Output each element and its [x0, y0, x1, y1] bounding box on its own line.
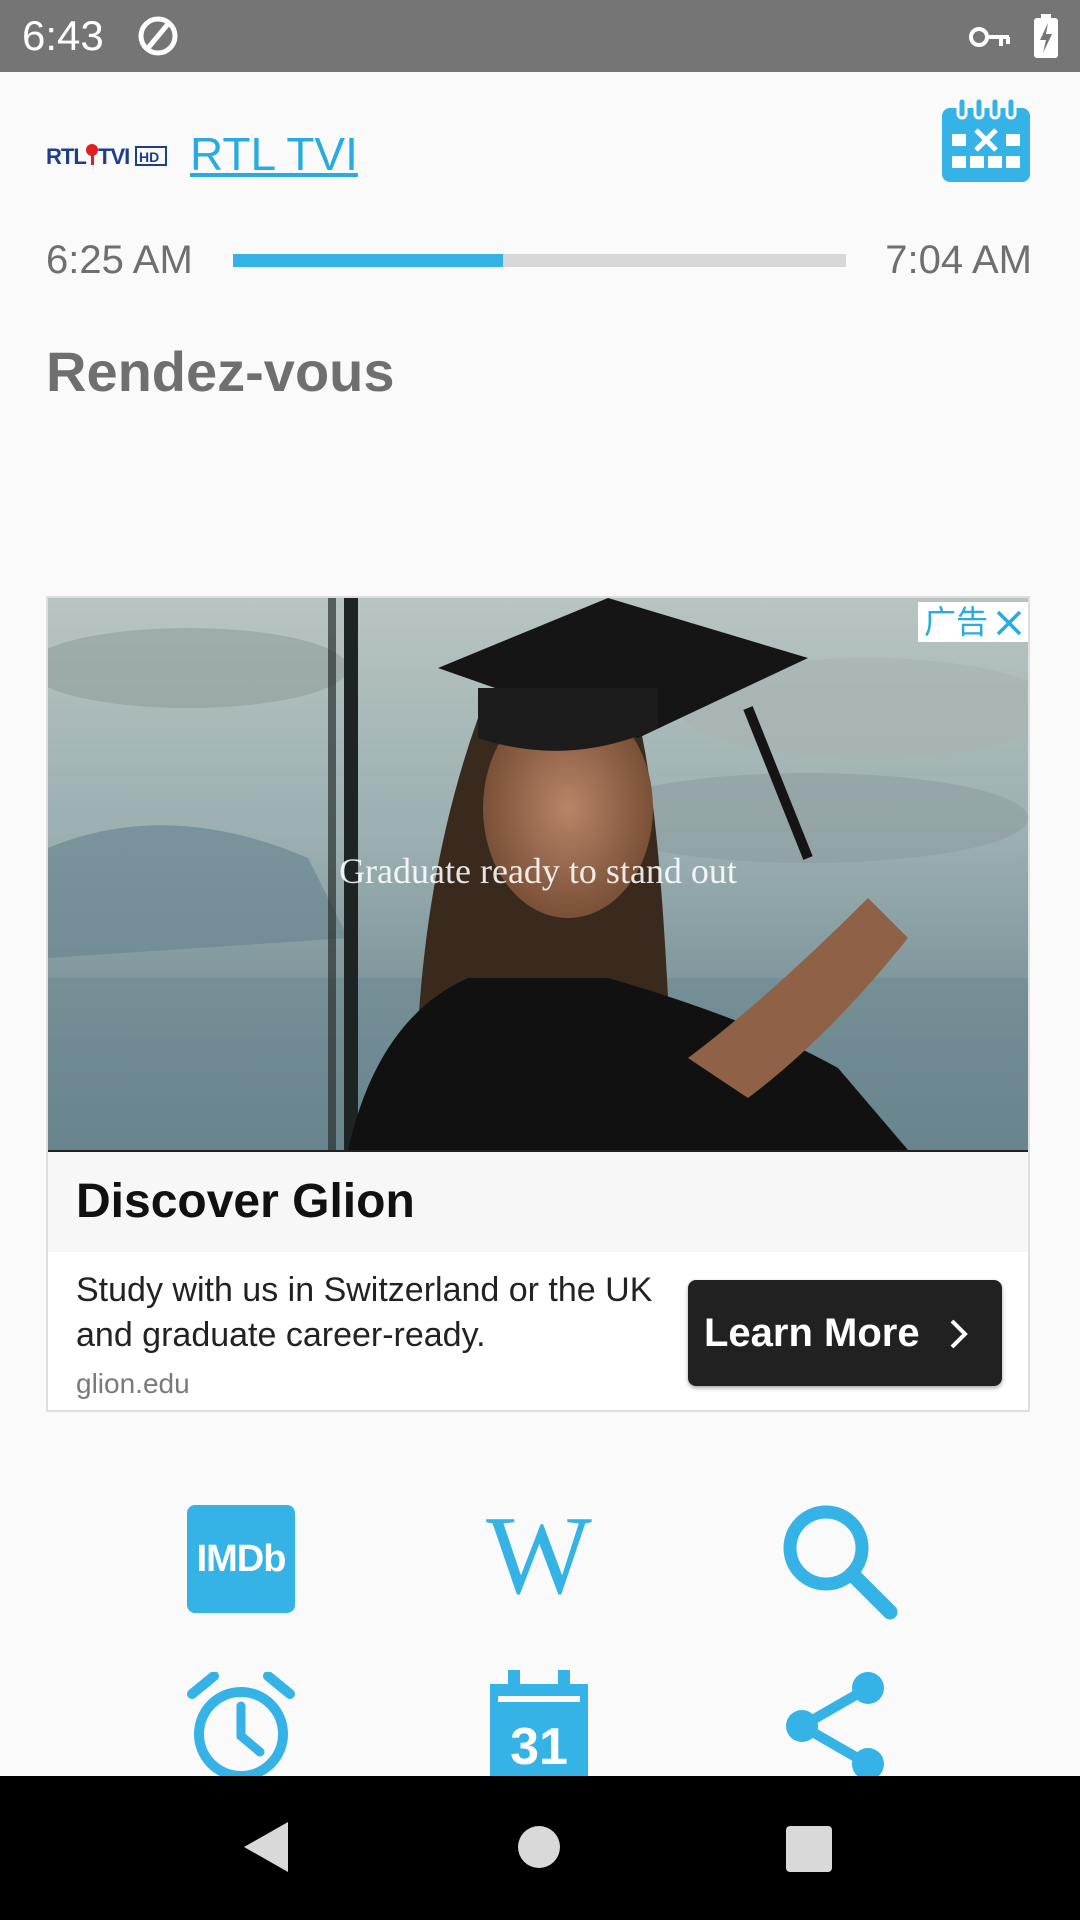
battery-charging-icon	[1034, 14, 1058, 58]
program-progress-fill	[233, 254, 503, 267]
ad-body-text: Study with us in Switzerland or the UK a…	[76, 1271, 653, 1354]
calendar-day: 31	[510, 1718, 568, 1776]
imdb-button[interactable]: IMDb	[187, 1505, 295, 1613]
recents-icon[interactable]	[786, 1826, 832, 1872]
status-time: 6:43	[22, 12, 104, 59]
program-progress-bar	[233, 254, 846, 267]
svg-text:HD: HD	[139, 149, 159, 165]
share-icon[interactable]	[780, 1670, 896, 1776]
close-icon[interactable]	[996, 610, 1022, 636]
learn-more-button[interactable]: Learn More	[688, 1280, 1002, 1386]
back-icon[interactable]	[244, 1822, 288, 1872]
ad-headline-bar: Discover Glion	[48, 1150, 1028, 1252]
do-not-disturb-icon	[138, 16, 178, 56]
program-title: Rendez-vous	[46, 340, 395, 403]
ad-headline[interactable]: Discover Glion	[76, 1174, 415, 1230]
ad-domain: glion.edu	[76, 1368, 190, 1399]
ad-overlay-text: Graduate ready to stand out	[339, 851, 737, 891]
vpn-key-icon	[969, 27, 1010, 47]
channel-name-link[interactable]: RTL TVI	[190, 126, 358, 182]
channel-logo: RTL TVI HD	[46, 144, 167, 169]
svg-text:W: W	[486, 1505, 592, 1605]
wikipedia-icon[interactable]: W	[480, 1505, 598, 1605]
program-start-time: 6:25 AM	[46, 238, 193, 282]
calendar-31-icon[interactable]: 31	[486, 1670, 592, 1776]
ad-choices-badge[interactable]: 广告	[918, 602, 1028, 642]
program-end-time: 7:04 AM	[885, 238, 1032, 282]
status-bar: 6:43	[0, 0, 1080, 72]
ad-card[interactable]: Graduate ready to stand out 广告 Discover …	[46, 596, 1030, 1412]
calendar-cancel-icon[interactable]	[940, 98, 1032, 184]
chevron-right-icon	[950, 1319, 968, 1349]
learn-more-label: Learn More	[704, 1311, 920, 1355]
ad-badge-label: 广告	[924, 604, 989, 640]
home-icon[interactable]	[518, 1826, 560, 1868]
search-icon[interactable]	[778, 1500, 898, 1620]
svg-text:TVI: TVI	[98, 144, 129, 169]
alarm-icon[interactable]	[186, 1672, 296, 1776]
svg-text:RTL: RTL	[46, 144, 86, 169]
